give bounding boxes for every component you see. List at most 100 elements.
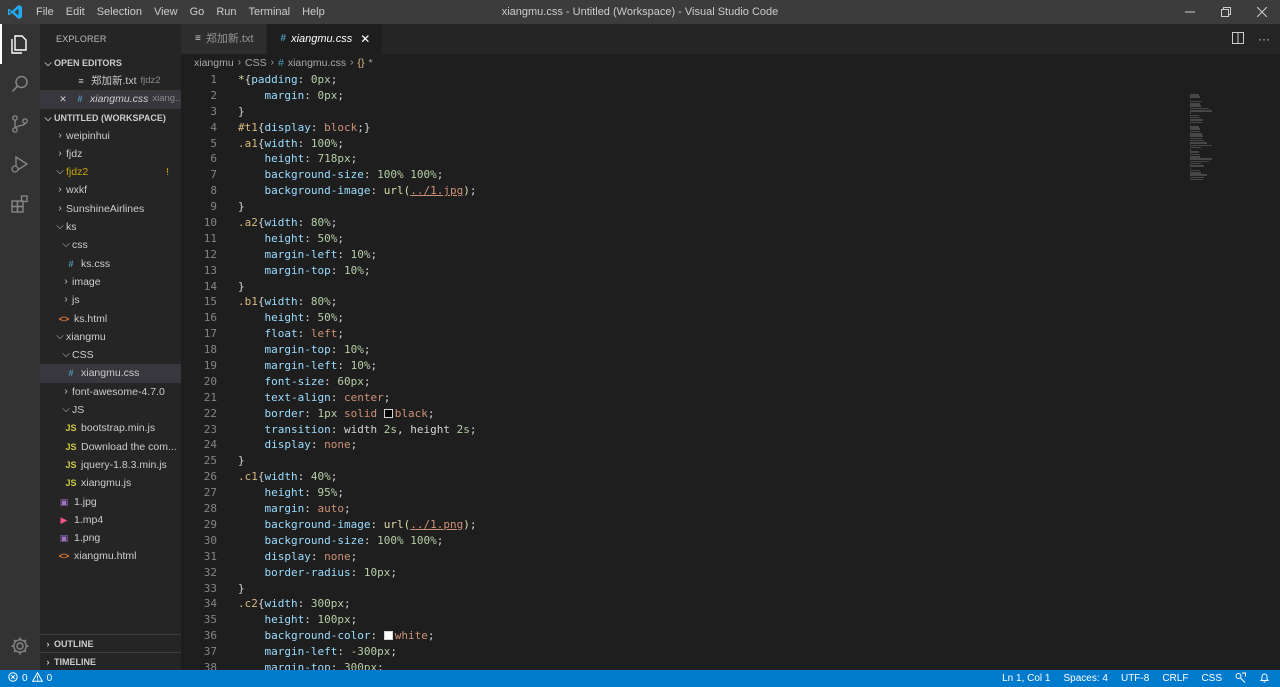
- outline-header[interactable]: › OUTLINE: [40, 634, 181, 652]
- code-line[interactable]: 17 float: left;: [181, 326, 1181, 342]
- feedback-icon[interactable]: [1235, 672, 1246, 686]
- code-line[interactable]: 15 .b1{width: 80%;: [181, 294, 1181, 310]
- indentation[interactable]: Spaces: 4: [1063, 673, 1107, 684]
- code-line[interactable]: 9}: [181, 199, 1181, 215]
- code-line[interactable]: 7 background-size: 100% 100%;: [181, 167, 1181, 183]
- code-line[interactable]: 32 border-radius: 10px;: [181, 565, 1181, 581]
- tree-file[interactable]: ▣ 1.jpg: [40, 493, 181, 511]
- tree-file-active[interactable]: # xiangmu.css: [40, 364, 181, 383]
- code-line[interactable]: 12 margin-left: 10%;: [181, 247, 1181, 263]
- code-line[interactable]: 21 text-align: center;: [181, 390, 1181, 406]
- tree-folder[interactable]: ⌵ css: [40, 236, 181, 254]
- tree-folder[interactable]: ⌵ CSS: [40, 346, 181, 364]
- code-line[interactable]: 38 margin-top: 300px;: [181, 660, 1181, 670]
- code-line[interactable]: 8 background-image: url(../1.jpg);: [181, 183, 1181, 199]
- code-line[interactable]: 20 font-size: 60px;: [181, 374, 1181, 390]
- code-line[interactable]: 31 display: none;: [181, 549, 1181, 565]
- tree-folder[interactable]: ⌵ xiangmu: [40, 328, 181, 346]
- code-line[interactable]: 13 margin-top: 10%;: [181, 263, 1181, 279]
- code-line[interactable]: 4 #t1{display: block;}: [181, 120, 1181, 136]
- code-line[interactable]: 28 margin: auto;: [181, 501, 1181, 517]
- tree-folder[interactable]: ⌵ ks: [40, 218, 181, 236]
- tree-file[interactable]: JS Download the com...: [40, 438, 181, 456]
- code-line[interactable]: 30 background-size: 100% 100%;: [181, 533, 1181, 549]
- tree-folder[interactable]: ⌵ JS: [40, 401, 181, 419]
- run-debug-icon[interactable]: [0, 144, 40, 184]
- language-mode[interactable]: CSS: [1201, 673, 1222, 684]
- tree-file[interactable]: <> ks.html: [40, 310, 181, 328]
- code-editor[interactable]: 1 *{padding: 0px; 2 margin: 0px; 3} 4 #t1{dis…: [181, 72, 1181, 670]
- open-editor-item[interactable]: ≡ 郑加新.txt fjdz2: [40, 72, 181, 90]
- menu-help[interactable]: Help: [296, 0, 331, 24]
- cursor-position[interactable]: Ln 1, Col 1: [1002, 673, 1050, 684]
- breadcrumb-file[interactable]: xiangmu.css: [288, 54, 346, 72]
- code-line[interactable]: 19 margin-left: 10%;: [181, 358, 1181, 374]
- timeline-header[interactable]: › TIMELINE: [40, 652, 181, 670]
- color-swatch[interactable]: [383, 631, 393, 641]
- breadcrumb-selector[interactable]: *: [369, 54, 373, 72]
- tree-file[interactable]: JS xiangmu.js: [40, 474, 181, 492]
- minimap[interactable]: [1190, 94, 1220, 181]
- tree-file[interactable]: JS bootstrap.min.js: [40, 419, 181, 437]
- menu-terminal[interactable]: Terminal: [243, 0, 297, 24]
- code-line[interactable]: 2 margin: 0px;: [181, 88, 1181, 104]
- code-line[interactable]: 27 height: 95%;: [181, 485, 1181, 501]
- code-line[interactable]: 16 height: 50%;: [181, 310, 1181, 326]
- code-line[interactable]: 10 .a2{width: 80%;: [181, 215, 1181, 231]
- code-line[interactable]: 35 height: 100px;: [181, 612, 1181, 628]
- split-editor-icon[interactable]: [1232, 31, 1244, 47]
- extensions-icon[interactable]: [0, 184, 40, 224]
- code-line[interactable]: 33}: [181, 581, 1181, 597]
- end-of-line[interactable]: CRLF: [1162, 673, 1188, 684]
- tab-txt[interactable]: ≡ 郑加新.txt: [181, 24, 267, 54]
- source-control-icon[interactable]: [0, 104, 40, 144]
- workspace-header[interactable]: ⌵ UNTITLED (WORKSPACE): [40, 109, 181, 127]
- code-line[interactable]: 18 margin-top: 10%;: [181, 342, 1181, 358]
- minimize-button[interactable]: [1172, 0, 1208, 24]
- restore-button[interactable]: [1208, 0, 1244, 24]
- code-line[interactable]: 25}: [181, 453, 1181, 469]
- breadcrumb-folder[interactable]: xiangmu: [194, 54, 234, 72]
- menu-edit[interactable]: Edit: [60, 0, 91, 24]
- notifications-bell-icon[interactable]: [1259, 672, 1270, 686]
- tree-folder[interactable]: › wxkf: [40, 181, 181, 199]
- tree-folder[interactable]: › fjdz: [40, 145, 181, 163]
- close-icon[interactable]: ✕: [56, 90, 70, 108]
- menu-file[interactable]: File: [30, 0, 60, 24]
- encoding[interactable]: UTF-8: [1121, 673, 1149, 684]
- tree-file[interactable]: <> xiangmu.html: [40, 547, 181, 565]
- code-line[interactable]: 26 .c1{width: 40%;: [181, 469, 1181, 485]
- code-line[interactable]: 6 height: 718px;: [181, 151, 1181, 167]
- tree-folder[interactable]: › js: [40, 291, 181, 309]
- breadcrumb-folder[interactable]: CSS: [245, 54, 267, 72]
- problems-indicator[interactable]: 0 0: [0, 671, 52, 685]
- tree-folder[interactable]: › weipinhui: [40, 127, 181, 145]
- more-actions-icon[interactable]: ···: [1258, 32, 1270, 46]
- code-line[interactable]: 1 *{padding: 0px;: [181, 72, 1181, 88]
- close-window-button[interactable]: [1244, 0, 1280, 24]
- close-icon[interactable]: ✕: [360, 24, 370, 54]
- menu-selection[interactable]: Selection: [91, 0, 148, 24]
- tree-file[interactable]: # ks.css: [40, 255, 181, 273]
- tree-folder[interactable]: › font-awesome-4.7.0: [40, 383, 181, 401]
- code-line[interactable]: 37 margin-left: -300px;: [181, 644, 1181, 660]
- code-line[interactable]: 36 background-color: white;: [181, 628, 1181, 644]
- code-line[interactable]: 24 display: none;: [181, 437, 1181, 453]
- code-line[interactable]: 34 .c2{width: 300px;: [181, 596, 1181, 612]
- code-line[interactable]: 14}: [181, 279, 1181, 295]
- tab-css-active[interactable]: # xiangmu.css ✕: [266, 24, 384, 54]
- open-editor-item-active[interactable]: ✕ # xiangmu.css xiang...: [40, 90, 181, 109]
- color-swatch[interactable]: [383, 408, 393, 418]
- tree-file[interactable]: JS jquery-1.8.3.min.js: [40, 456, 181, 474]
- code-line[interactable]: 23 transition: width 2s, height 2s;: [181, 422, 1181, 438]
- menu-go[interactable]: Go: [184, 0, 211, 24]
- menu-view[interactable]: View: [148, 0, 184, 24]
- code-line[interactable]: 22 border: 1px solid black;: [181, 406, 1181, 422]
- menu-run[interactable]: Run: [210, 0, 242, 24]
- explorer-icon[interactable]: [0, 24, 40, 64]
- code-line[interactable]: 5 .a1{width: 100%;: [181, 136, 1181, 152]
- tree-file[interactable]: ▣ 1.png: [40, 529, 181, 547]
- tree-folder[interactable]: › SunshineAirlines: [40, 200, 181, 218]
- tree-folder[interactable]: › image: [40, 273, 181, 291]
- code-line[interactable]: 3}: [181, 104, 1181, 120]
